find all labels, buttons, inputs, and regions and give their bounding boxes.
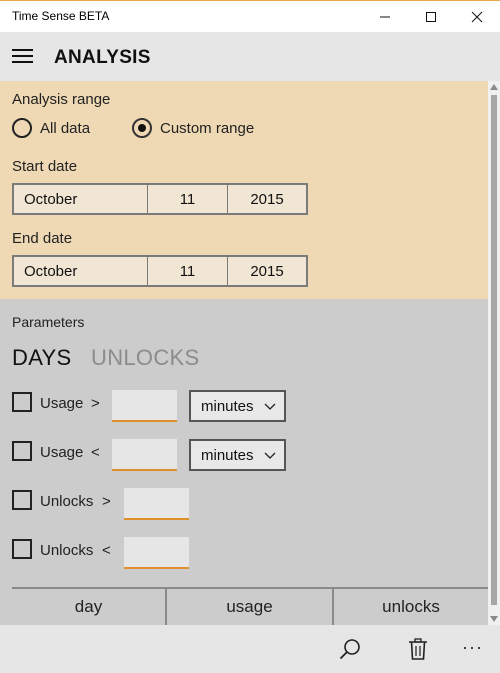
unlocks-greater-operator: > xyxy=(102,493,111,510)
start-date-label: Start date xyxy=(12,158,78,175)
radio-custom-range-label[interactable]: Custom range xyxy=(160,120,254,137)
search-icon xyxy=(339,639,360,660)
window-title: Time Sense BETA xyxy=(12,9,110,23)
unlocks-less-checkbox[interactable] xyxy=(12,539,32,559)
usage-less-unit-select[interactable]: minutes xyxy=(189,439,286,471)
scroll-up-icon[interactable] xyxy=(490,84,498,90)
unlocks-greater-checkbox[interactable] xyxy=(12,490,32,510)
maximize-icon xyxy=(426,12,436,22)
title-bar: Time Sense BETA xyxy=(0,0,500,32)
delete-button[interactable] xyxy=(394,625,442,673)
start-date-year[interactable]: 2015 xyxy=(228,185,306,213)
command-bar: ··· xyxy=(0,625,500,673)
usage-greater-input[interactable] xyxy=(112,390,177,422)
page-title: ANALYSIS xyxy=(54,47,151,68)
close-icon xyxy=(471,11,483,23)
unlocks-greater-input[interactable] xyxy=(124,488,189,520)
usage-less-operator: < xyxy=(91,444,100,461)
chevron-down-icon xyxy=(264,452,276,459)
usage-less-input[interactable] xyxy=(112,439,177,471)
hamburger-icon[interactable] xyxy=(12,46,36,66)
minimize-button[interactable] xyxy=(362,1,408,33)
usage-less-checkbox[interactable] xyxy=(12,441,32,461)
usage-greater-unit-select[interactable]: minutes xyxy=(189,390,286,422)
start-date-picker[interactable]: October 11 2015 xyxy=(12,183,308,215)
column-header-usage[interactable]: usage xyxy=(167,589,334,625)
start-date-day[interactable]: 11 xyxy=(148,185,228,213)
parameters-label: Parameters xyxy=(12,314,85,330)
end-date-picker[interactable]: October 11 2015 xyxy=(12,255,308,287)
tab-unlocks[interactable]: UNLOCKS xyxy=(91,345,199,371)
usage-greater-label: Usage xyxy=(40,395,84,412)
search-button[interactable] xyxy=(326,625,374,673)
usage-greater-checkbox[interactable] xyxy=(12,392,32,412)
minimize-icon xyxy=(380,16,390,18)
end-date-year[interactable]: 2015 xyxy=(228,257,306,285)
end-date-day[interactable]: 11 xyxy=(148,257,228,285)
usage-greater-operator: > xyxy=(91,395,100,412)
unlocks-less-operator: < xyxy=(102,542,111,559)
unlocks-less-input[interactable] xyxy=(124,537,189,569)
unlocks-greater-label: Unlocks xyxy=(40,493,94,510)
scroll-down-icon[interactable] xyxy=(490,616,498,622)
radio-all-data-label[interactable]: All data xyxy=(40,120,90,137)
more-icon[interactable]: ··· xyxy=(462,637,483,658)
column-header-day[interactable]: day xyxy=(12,589,167,625)
scrollbar-thumb[interactable] xyxy=(491,95,497,605)
radio-all-data[interactable] xyxy=(12,118,32,138)
column-header-unlocks[interactable]: unlocks xyxy=(334,589,488,625)
chevron-down-icon xyxy=(264,403,276,410)
close-button[interactable] xyxy=(454,1,500,33)
app-header: ANALYSIS xyxy=(0,32,500,81)
end-date-month[interactable]: October xyxy=(14,257,148,285)
trash-icon xyxy=(409,638,427,660)
radio-custom-range[interactable] xyxy=(132,118,152,138)
analysis-range-label: Analysis range xyxy=(12,91,111,108)
usage-less-unit-value: minutes xyxy=(201,446,254,464)
tab-days[interactable]: DAYS xyxy=(12,345,71,371)
usage-less-label: Usage xyxy=(40,444,84,461)
usage-greater-unit-value: minutes xyxy=(201,397,254,415)
unlocks-less-label: Unlocks xyxy=(40,542,94,559)
start-date-month[interactable]: October xyxy=(14,185,148,213)
end-date-label: End date xyxy=(12,230,73,247)
vertical-scrollbar[interactable] xyxy=(488,81,500,625)
results-table-header: day usage unlocks xyxy=(12,587,488,625)
maximize-button[interactable] xyxy=(408,1,454,33)
